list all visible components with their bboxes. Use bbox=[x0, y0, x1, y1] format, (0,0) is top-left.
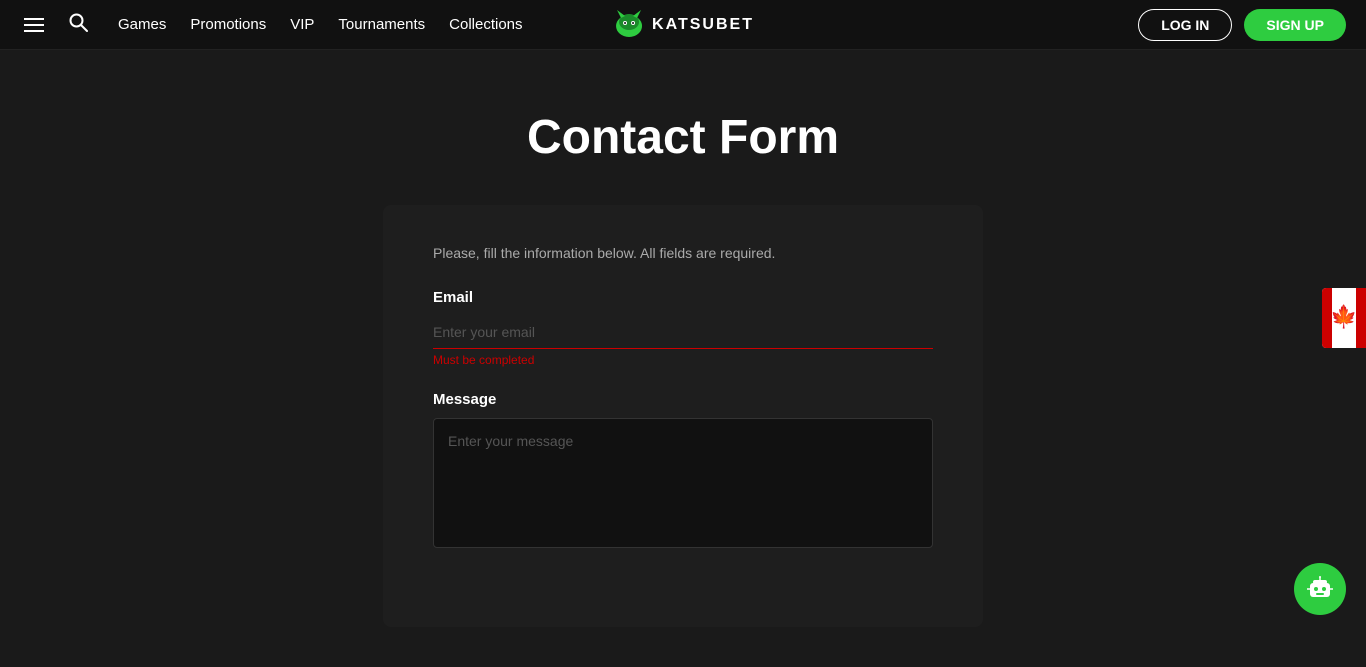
form-description: Please, fill the information below. All … bbox=[433, 245, 933, 261]
nav-promotions[interactable]: Promotions bbox=[190, 16, 266, 33]
canada-flag-button[interactable]: 🍁 bbox=[1322, 288, 1366, 348]
login-button[interactable]: LOG IN bbox=[1138, 9, 1232, 41]
contact-form-container: Please, fill the information below. All … bbox=[383, 205, 983, 627]
message-field[interactable] bbox=[433, 418, 933, 548]
hamburger-menu-icon[interactable] bbox=[20, 14, 48, 36]
search-icon[interactable] bbox=[68, 12, 88, 37]
canada-flag-icon: 🍁 bbox=[1322, 288, 1366, 348]
nav-tournaments[interactable]: Tournaments bbox=[338, 16, 425, 33]
nav-links: Games Promotions VIP Tournaments Collect… bbox=[118, 16, 523, 33]
logo-icon bbox=[612, 8, 646, 42]
signup-button[interactable]: SIGN UP bbox=[1244, 9, 1346, 41]
email-label: Email bbox=[433, 289, 933, 306]
navbar-logo[interactable]: KatsuBet bbox=[612, 8, 754, 42]
email-form-group: Email Must be completed bbox=[433, 289, 933, 367]
navbar-left: Games Promotions VIP Tournaments Collect… bbox=[20, 12, 523, 37]
chatbot-button[interactable] bbox=[1294, 563, 1346, 615]
chatbot-icon bbox=[1306, 575, 1334, 603]
message-form-group: Message bbox=[433, 391, 933, 553]
navbar: Games Promotions VIP Tournaments Collect… bbox=[0, 0, 1366, 50]
navbar-right: LOG IN SIGN UP bbox=[1138, 9, 1346, 41]
nav-collections[interactable]: Collections bbox=[449, 16, 522, 33]
svg-text:🍁: 🍁 bbox=[1330, 304, 1357, 329]
logo-text: KatsuBet bbox=[652, 16, 754, 34]
email-field[interactable] bbox=[433, 316, 933, 349]
email-error-message: Must be completed bbox=[433, 353, 933, 367]
nav-games[interactable]: Games bbox=[118, 16, 166, 33]
nav-vip[interactable]: VIP bbox=[290, 16, 314, 33]
main-content: Contact Form Please, fill the informatio… bbox=[0, 50, 1366, 667]
message-label: Message bbox=[433, 391, 933, 408]
page-title: Contact Form bbox=[527, 110, 839, 165]
